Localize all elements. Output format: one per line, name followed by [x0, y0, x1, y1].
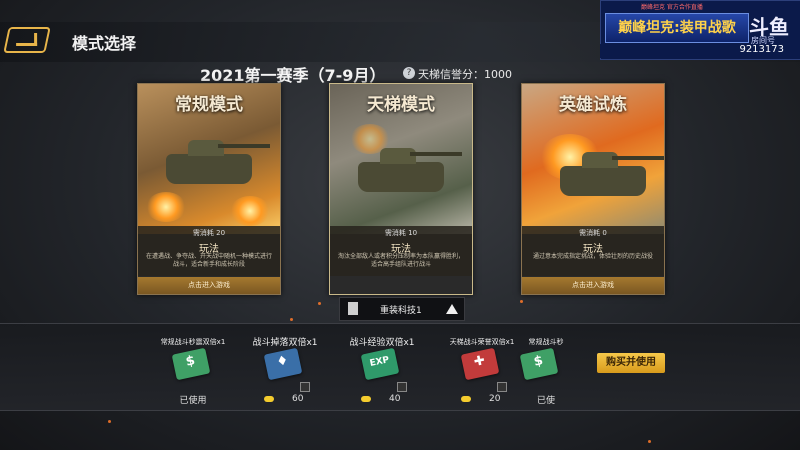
item-status: 已使	[536, 396, 555, 406]
fire-effect	[146, 192, 186, 222]
tech-preset-selector[interactable]: 重装科技1	[339, 297, 465, 321]
mode-cost: 需消耗 10	[384, 229, 418, 237]
mode-card-ladder[interactable]: 天梯模式 需消耗 10 玩法 淘汰全部敌人或者积分压制率为本队赢得胜利，适合高手…	[329, 83, 473, 295]
bonus-items-bar: 常规战斗秒震双倍x1 $ 已使用 战斗掉落双倍x1 ♦ 60 战斗经验双倍x1 …	[0, 323, 800, 411]
room-number: 9213173	[600, 44, 800, 58]
item-checkbox[interactable]	[300, 382, 310, 392]
back-button[interactable]	[3, 27, 51, 53]
money-card-icon: $	[519, 347, 559, 381]
gold-coin-icon	[264, 396, 274, 402]
item-price: 60	[292, 394, 304, 404]
mode-info: 需消耗 0 玩法 通过意本完成指定挑战，体验壮烈的历史战役	[522, 226, 664, 276]
document-icon	[348, 302, 358, 315]
honor-card-icon: ✚	[460, 347, 500, 381]
buy-and-use-button[interactable]: 购买并使用	[597, 353, 665, 373]
gold-coin-icon	[361, 396, 371, 402]
page-title: 模式选择	[72, 34, 137, 53]
help-icon[interactable]: ?	[403, 67, 415, 79]
bonus-item[interactable]: 常规战斗秒 $ 已使	[516, 324, 576, 410]
play-description: 在遭遇战、争夺战、开天战中随机一种模式进行战斗，适合新手和成长阶段	[145, 253, 272, 268]
gold-coin-icon	[461, 396, 471, 402]
mode-card-normal[interactable]: 常规模式 需消耗 20 玩法 在遭遇战、争夺战、开天战中随机一种模式进行战斗，适…	[137, 83, 281, 295]
mode-info: 需消耗 20 玩法 在遭遇战、争夺战、开天战中随机一种模式进行战斗，适合新手和成…	[138, 226, 280, 276]
back-arrow-icon	[16, 33, 38, 46]
item-price: 40	[389, 394, 401, 404]
exp-card-icon: EXP	[360, 347, 400, 381]
ember-particle	[648, 440, 651, 443]
drop-card-icon: ♦	[263, 347, 303, 381]
tank-image	[166, 140, 270, 184]
money-card-icon: $	[171, 347, 211, 381]
mode-name: 英雄试炼	[559, 95, 627, 115]
tech-preset-label: 重装科技1	[380, 306, 422, 316]
fire-effect	[230, 196, 270, 226]
bonus-item[interactable]: 战斗经验双倍x1 EXP 40	[327, 324, 437, 410]
enter-game-button[interactable]: 点击进入游戏	[138, 277, 280, 294]
ember-particle	[318, 302, 321, 305]
ember-particle	[290, 318, 293, 321]
play-description: 通过意本完成指定挑战，体验壮烈的历史战役	[532, 253, 653, 260]
logo-small-text: 巅峰坦克 官方合作直播	[641, 4, 703, 11]
enter-game-button[interactable]: 点击进入游戏	[522, 277, 664, 294]
tank-image	[358, 148, 462, 192]
item-checkbox[interactable]	[397, 382, 407, 392]
ladder-credit: 天梯信誉分：1000	[418, 68, 512, 81]
expand-up-icon[interactable]	[446, 304, 458, 314]
mode-name: 天梯模式	[367, 95, 435, 115]
mode-cost: 需消耗 0	[579, 229, 607, 237]
game-logo: 巅峰坦克:装甲战歌	[605, 13, 749, 43]
mode-cost: 需消耗 20	[192, 229, 226, 237]
item-name: 战斗经验双倍x1	[349, 338, 415, 348]
tank-image	[560, 152, 664, 196]
item-checkbox[interactable]	[497, 382, 507, 392]
item-price: 20	[489, 394, 501, 404]
bonus-item[interactable]: 战斗掉落双倍x1 ♦ 60	[230, 324, 340, 410]
item-name: 战斗掉落双倍x1	[252, 338, 318, 348]
play-description: 淘汰全部敌人或者积分压制率为本队赢得胜利，适合高手组队进行战斗	[337, 253, 464, 268]
mode-info: 需消耗 10 玩法 淘汰全部敌人或者积分压制率为本队赢得胜利，适合高手组队进行战…	[330, 226, 472, 276]
ember-particle	[108, 420, 111, 423]
item-name: 常规战斗秒	[528, 338, 564, 346]
mode-card-hero[interactable]: 英雄试炼 需消耗 0 玩法 通过意本完成指定挑战，体验壮烈的历史战役 点击进入游…	[521, 83, 665, 295]
ember-particle	[520, 300, 523, 303]
mode-name: 常规模式	[175, 95, 243, 115]
